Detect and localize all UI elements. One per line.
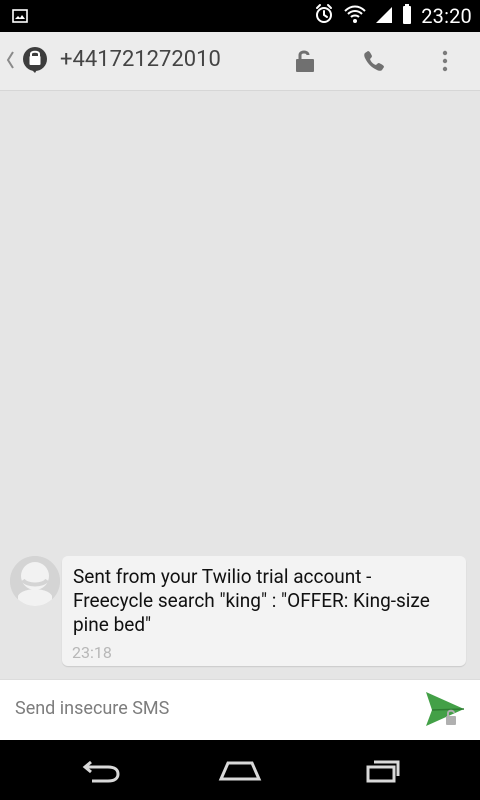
message-text: Sent from your Twilio trial account - Fr… (73, 565, 430, 636)
message-list: Sent from your Twilio trial account - Fr… (0, 91, 480, 679)
home-nav-icon[interactable] (210, 755, 270, 787)
overflow-menu-icon[interactable] (430, 46, 460, 76)
wifi-icon (343, 3, 367, 29)
system-navigation-bar (0, 740, 480, 800)
status-time: 23:20 (421, 4, 472, 28)
battery-icon (401, 3, 413, 29)
incoming-message-bubble[interactable]: Sent from your Twilio trial account - Fr… (62, 556, 466, 666)
picture-icon (12, 8, 28, 23)
phone-icon[interactable] (359, 46, 389, 76)
status-bar: 23:20 (0, 0, 480, 32)
message-time: 23:18 (72, 643, 112, 662)
unlock-icon[interactable] (290, 46, 320, 76)
messaging-app-icon (20, 46, 50, 76)
message-composer[interactable]: Send insecure SMS (0, 679, 480, 741)
signal-icon (375, 4, 393, 28)
status-right: 23:20 (313, 0, 472, 32)
back-nav-icon[interactable] (70, 755, 130, 787)
recent-apps-icon[interactable] (350, 755, 410, 787)
sms-input-placeholder[interactable]: Send insecure SMS (15, 698, 169, 719)
alarm-icon (313, 3, 335, 29)
contact-avatar-icon (10, 556, 60, 606)
back-icon[interactable] (4, 48, 16, 72)
conversation-title: +441721272010 (60, 47, 221, 72)
send-icon[interactable] (424, 689, 468, 731)
conversation-app-bar: +441721272010 (0, 32, 480, 91)
